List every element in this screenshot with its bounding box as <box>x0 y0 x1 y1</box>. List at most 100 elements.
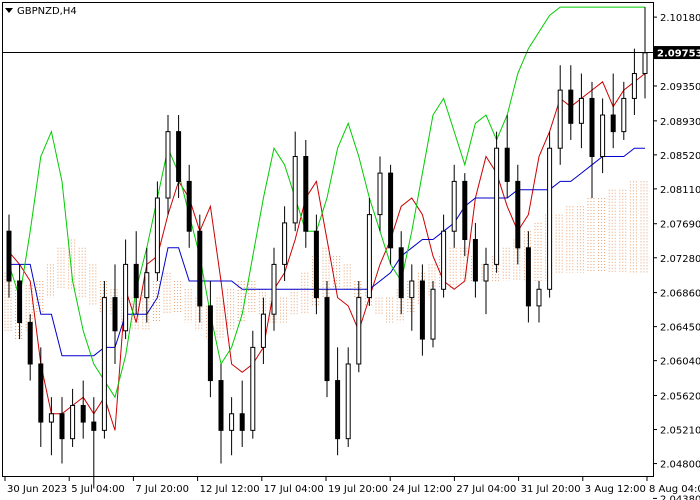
candle-body <box>165 131 171 199</box>
candle-body <box>112 297 118 332</box>
candle <box>101 280 107 439</box>
y-tick-label: 2.09350 <box>660 82 700 93</box>
candle-body <box>91 421 97 431</box>
y-tick-label: 2.06040 <box>660 357 700 368</box>
candle-body <box>38 363 44 423</box>
candle-body <box>123 263 129 332</box>
candle-body <box>462 180 468 240</box>
candle-body <box>589 97 595 158</box>
candle-body <box>186 180 192 232</box>
candle-body <box>313 230 319 299</box>
y-tick-label: 2.05620 <box>660 392 700 403</box>
candle-body <box>642 52 648 75</box>
x-axis: 30 Jun 2023 5 Jul 04:00 7 Jul 20:00 12 Jul … <box>4 476 700 495</box>
y-tick-label: 2.08520 <box>660 151 700 162</box>
x-tick-label: 30 Jun 2023 <box>7 484 67 495</box>
y-tick-label: 2.08110 <box>660 185 700 196</box>
candle <box>303 139 309 248</box>
candle <box>197 214 203 323</box>
candle <box>547 131 553 298</box>
y-tick-label: 2.10180 <box>660 13 700 24</box>
candle-body <box>197 230 203 307</box>
candle-body <box>557 89 563 149</box>
candle-body <box>154 197 160 274</box>
candle-body <box>356 297 362 365</box>
candle-body <box>229 413 235 431</box>
y-axis: 2.10180 2.09350 2.08930 2.08520 2.08110 2.076… <box>653 13 700 500</box>
y-tick-label: 2.07690 <box>660 220 700 231</box>
x-tick-label: 24 Jul 12:00 <box>392 484 452 495</box>
candle-body <box>176 131 182 182</box>
candle-body <box>366 214 372 299</box>
candle-body <box>610 114 616 133</box>
x-tick-label: 8 Aug 04:00 <box>649 484 700 495</box>
y-tick-label: 2.05210 <box>660 426 700 437</box>
candle <box>494 131 500 273</box>
candle-body <box>398 247 404 299</box>
candle-body <box>271 263 277 315</box>
candle-body <box>133 263 139 299</box>
candle-body <box>578 97 584 124</box>
candle-body <box>6 230 12 282</box>
candle-body <box>59 413 65 440</box>
x-tick-label: 12 Jul 12:00 <box>200 484 260 495</box>
candle-body <box>335 380 341 440</box>
candle-body <box>282 222 288 265</box>
x-tick-label: 19 Jul 20:00 <box>328 484 388 495</box>
x-tick-label: 5 Jul 04:00 <box>71 484 125 495</box>
candle-body <box>536 288 542 307</box>
candle-body <box>430 288 436 340</box>
candle-body <box>419 280 425 340</box>
candle-body <box>27 321 33 365</box>
candle-body <box>388 172 394 249</box>
candle-body <box>631 73 637 99</box>
candle-body <box>207 305 213 382</box>
candle-body <box>70 404 76 440</box>
x-tick-label: 31 Jul 20:00 <box>521 484 581 495</box>
candle-body <box>472 239 478 282</box>
price-chart[interactable]: 2.10180 2.09350 2.08930 2.08520 2.08110 2.076… <box>0 0 700 500</box>
candle-body <box>345 363 351 440</box>
candle-body <box>48 413 54 423</box>
candle-body <box>239 413 245 431</box>
candle <box>430 280 436 348</box>
candle-body <box>101 297 107 431</box>
candle <box>250 330 256 439</box>
candle-body <box>324 297 330 382</box>
candle-body <box>504 147 510 182</box>
candle-body <box>525 247 531 307</box>
current-price-marker: 2.09753 <box>654 46 700 60</box>
candle-body <box>568 89 574 124</box>
x-tick-label: 27 Jul 04:00 <box>456 484 516 495</box>
y-tick-label: 2.06860 <box>660 289 700 300</box>
candle-body <box>547 147 553 290</box>
candle-body <box>494 147 500 265</box>
candle-body <box>600 114 606 158</box>
candle-body <box>17 280 23 323</box>
candle-body <box>218 380 224 431</box>
x-tick-label: 17 Jul 04:00 <box>264 484 324 495</box>
y-tick-label: 2.04800 <box>660 460 700 471</box>
current-price-label: 2.09753 <box>657 49 700 60</box>
y-tick-label: 2.08930 <box>660 117 700 128</box>
candle-body <box>260 313 266 348</box>
candle-body <box>144 272 150 299</box>
candle-body <box>303 156 309 232</box>
candle <box>324 280 330 398</box>
candle <box>366 198 372 306</box>
candle-body <box>250 346 256 431</box>
x-tick-label: 3 Aug 12:00 <box>585 484 646 495</box>
y-tick-label: 2.07280 <box>660 254 700 265</box>
candle-body <box>515 180 521 249</box>
chart-title: GBPNZD,H4 <box>17 6 77 17</box>
candle-body <box>441 230 447 290</box>
candle-body <box>377 172 383 216</box>
candle-body <box>621 97 627 133</box>
y-tick-label: 2.04380 <box>660 494 700 500</box>
candle-body <box>451 180 457 232</box>
candle-body <box>80 404 86 423</box>
candle-body <box>292 156 298 224</box>
candle-body <box>483 263 489 282</box>
candle-body <box>409 280 415 299</box>
y-tick-label: 2.06450 <box>660 323 700 334</box>
